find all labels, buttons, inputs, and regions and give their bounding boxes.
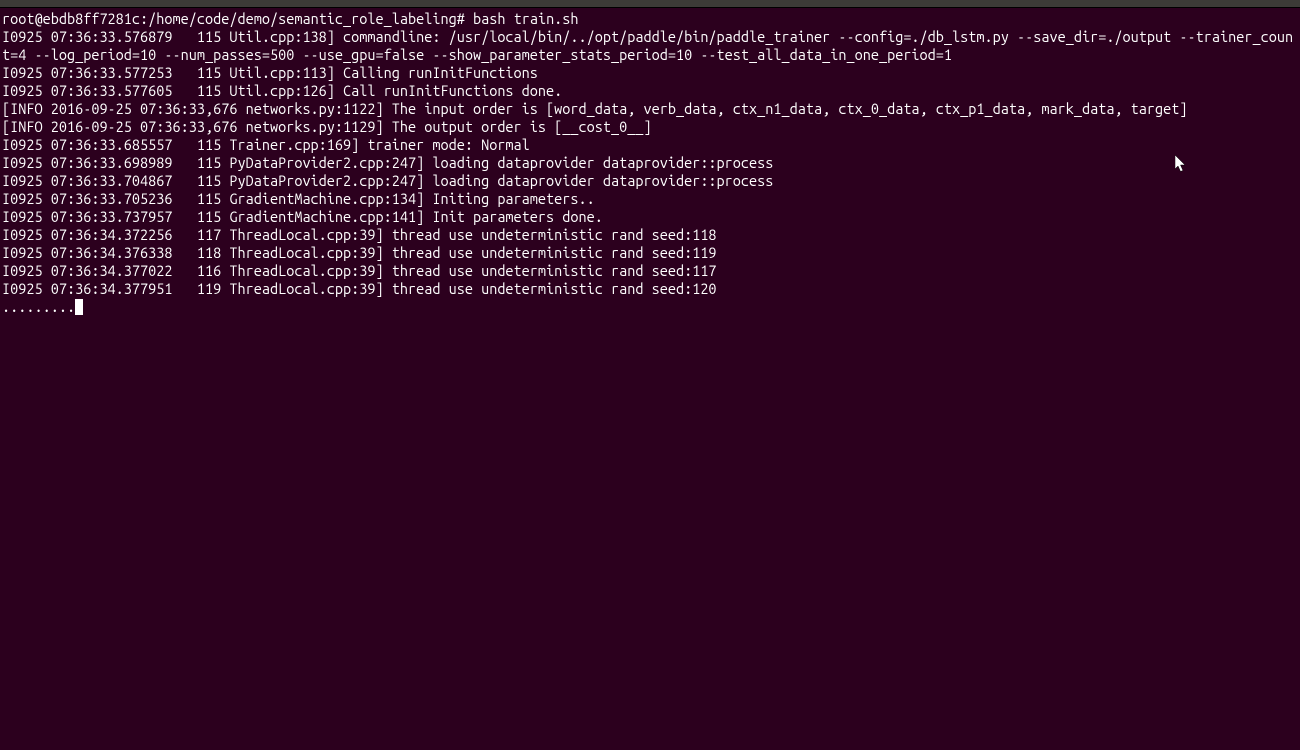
log-line: I0925 07:36:33.698989 115 PyDataProvider… [2, 154, 1298, 172]
progress-dots: ......... [2, 298, 75, 315]
command-text: bash train.sh [473, 10, 579, 27]
prompt-path: /home/code/demo/semantic_role_labeling [148, 10, 457, 27]
log-line: I0925 07:36:33.685557 115 Trainer.cpp:16… [2, 136, 1298, 154]
log-line: I0925 07:36:34.372256 117 ThreadLocal.cp… [2, 226, 1298, 244]
prompt-separator: : [140, 10, 148, 27]
log-line: I0925 07:36:33.576879 115 Util.cpp:138] … [2, 28, 1298, 64]
terminal-cursor [75, 299, 83, 315]
log-line: [INFO 2016-09-25 07:36:33,676 networks.p… [2, 118, 1298, 136]
log-line: I0925 07:36:33.737957 115 GradientMachin… [2, 208, 1298, 226]
log-line: I0925 07:36:33.577253 115 Util.cpp:113] … [2, 64, 1298, 82]
log-line: I0925 07:36:34.377022 116 ThreadLocal.cp… [2, 262, 1298, 280]
log-line: I0925 07:36:33.704867 115 PyDataProvider… [2, 172, 1298, 190]
shell-prompt: root@ebdb8ff7281c:/home/code/demo/semant… [2, 10, 579, 27]
log-line: I0925 07:36:34.377951 119 ThreadLocal.cp… [2, 280, 1298, 298]
log-line: I0925 07:36:34.376338 118 ThreadLocal.cp… [2, 244, 1298, 262]
log-line: I0925 07:36:33.705236 115 GradientMachin… [2, 190, 1298, 208]
log-line: [INFO 2016-09-25 07:36:33,676 networks.p… [2, 100, 1298, 118]
log-line: I0925 07:36:33.577605 115 Util.cpp:126] … [2, 82, 1298, 100]
window-title-bar [0, 0, 1300, 8]
prompt-user-host: root@ebdb8ff7281c [2, 10, 140, 27]
prompt-char: # [457, 10, 465, 27]
terminal-output[interactable]: root@ebdb8ff7281c:/home/code/demo/semant… [0, 8, 1300, 318]
